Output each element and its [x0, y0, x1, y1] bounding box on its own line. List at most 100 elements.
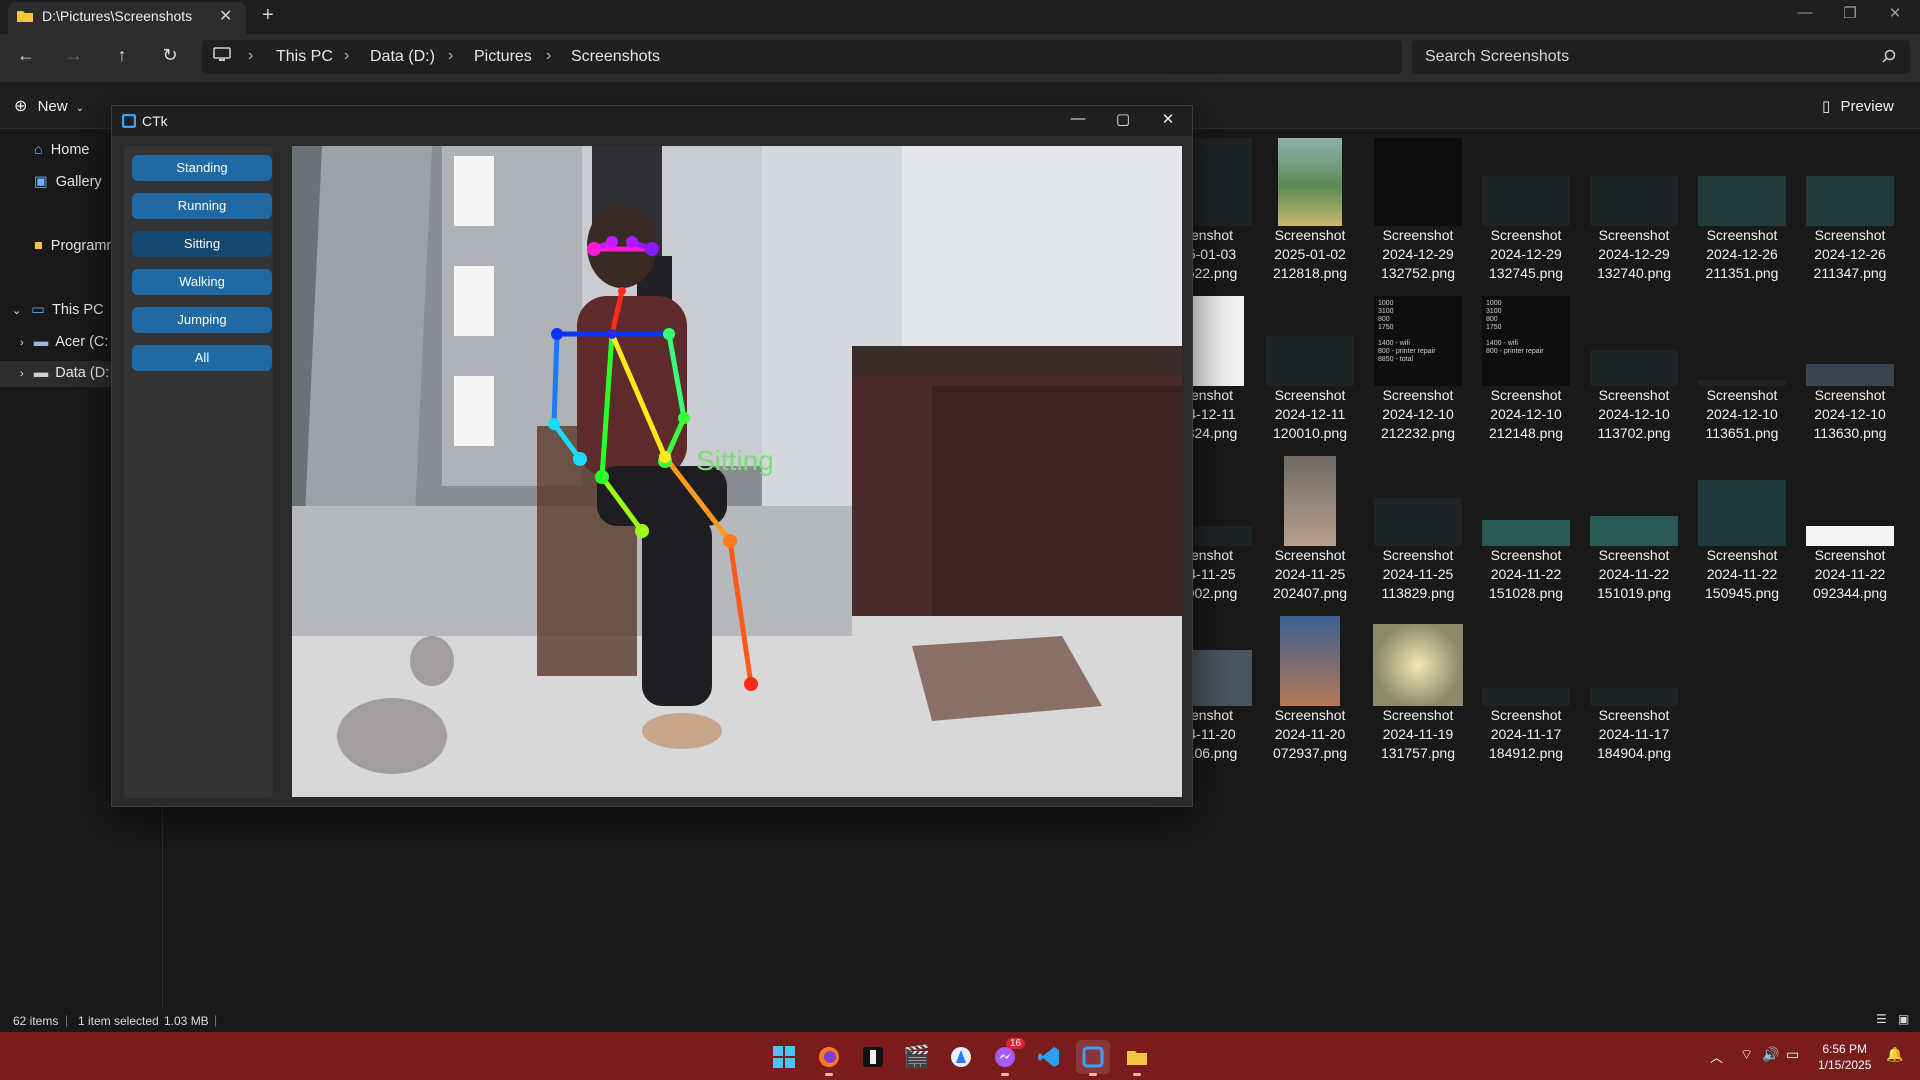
file-item[interactable]: Screenshot 2024-11-17 184904.png: [1584, 616, 1684, 763]
new-button[interactable]: ⊕ New ⌄: [14, 96, 84, 116]
file-item[interactable]: Screenshot 2024-12-26 211347.png: [1800, 138, 1900, 283]
taskbar-ctk[interactable]: [1076, 1040, 1110, 1076]
file-item[interactable]: Screenshot 2024-12-10 113651.png: [1692, 296, 1792, 443]
file-item[interactable]: Screenshot 2024-11-22 092344.png: [1800, 456, 1900, 603]
file-name-l3: 184904.png: [1597, 745, 1671, 761]
file-item[interactable]: Screenshot 2024-11-19 131757.png: [1368, 616, 1468, 763]
file-item[interactable]: Screenshot 2024-11-22 150945.png: [1692, 456, 1792, 603]
maximize-icon[interactable]: ❐: [1830, 4, 1870, 22]
taskbar-app-blue-circle[interactable]: [944, 1040, 978, 1074]
clock-time: 6:56 PM: [1822, 1042, 1868, 1056]
breadcrumb-chevron-icon: ›: [448, 47, 454, 64]
file-item[interactable]: Screenshot 2024-11-20 072937.png: [1260, 616, 1360, 763]
webcam-pose-feed: Sitting: [292, 146, 1182, 797]
all-button[interactable]: All: [132, 345, 272, 371]
file-name-l3: 132740.png: [1597, 265, 1671, 281]
taskbar-messenger[interactable]: 16: [988, 1038, 1026, 1076]
thumb-note-line: 1400 - wifi: [1378, 340, 1410, 347]
ctk-title-bar[interactable]: [112, 106, 1192, 136]
thumb-note-line: 3100: [1486, 308, 1502, 315]
taskbar-file-explorer[interactable]: [1120, 1040, 1154, 1076]
tray-overflow-icon[interactable]: ︿: [1710, 1047, 1723, 1066]
tab-close-icon[interactable]: ✕: [219, 6, 232, 26]
file-item[interactable]: Screenshot 2024-12-29 132752.png: [1368, 138, 1468, 283]
file-name-l2: 2024-12-10: [1706, 406, 1778, 422]
preview-button[interactable]: ▯ Preview: [1822, 97, 1894, 115]
breadcrumb-data-d[interactable]: Data (D:): [370, 48, 435, 66]
ctk-maximize-icon[interactable]: ▢: [1100, 110, 1146, 128]
ctk-close-icon[interactable]: ✕: [1145, 110, 1191, 128]
file-item[interactable]: Screenshot 2024-12-10 113630.png: [1800, 296, 1900, 443]
file-name-l1: Screenshot: [1490, 547, 1562, 563]
battery-icon[interactable]: ▭: [1786, 1046, 1799, 1063]
file-name-l1: Screenshot: [1598, 387, 1670, 403]
back-icon[interactable]: ←: [12, 45, 40, 67]
file-item[interactable]: 1000 3100 800 1750 1400 - wifi 800 - pri…: [1368, 296, 1468, 443]
nav-home-label: Home: [50, 142, 90, 158]
file-name-l1: Screenshot: [1814, 547, 1886, 563]
file-name-l1: Screenshot: [1706, 227, 1778, 243]
nav-acer-drive[interactable]: › ▬ Acer (C:: [20, 334, 112, 350]
standing-button[interactable]: Standing: [132, 155, 272, 181]
taskbar-firefox[interactable]: [812, 1040, 846, 1076]
taskbar-vscode[interactable]: [1032, 1040, 1066, 1074]
new-tab-button[interactable]: +: [262, 4, 274, 27]
forward-icon[interactable]: →: [60, 45, 88, 67]
start-button[interactable]: [767, 1040, 801, 1074]
close-icon[interactable]: ✕: [1875, 4, 1915, 22]
file-name-l3: 212232.png: [1381, 425, 1455, 441]
large-icons-view-icon[interactable]: ▣: [1898, 1012, 1909, 1026]
file-name-l2: 2024-11-22: [1598, 566, 1670, 582]
file-item[interactable]: Screenshot 2024-11-25 113829.png: [1368, 456, 1468, 603]
file-thumbnail: [1590, 350, 1678, 386]
file-thumbnail: [1373, 624, 1463, 706]
refresh-icon[interactable]: ↻: [156, 45, 184, 67]
minimize-icon[interactable]: —: [1785, 4, 1825, 21]
file-item[interactable]: Screenshot 2024-12-29 132740.png: [1584, 138, 1684, 283]
file-item[interactable]: Screenshot 2024-11-17 184912.png: [1476, 616, 1576, 763]
wifi-icon[interactable]: ⌔: [1740, 1046, 1753, 1064]
breadcrumb-screenshots[interactable]: Screenshots: [571, 48, 660, 66]
nav-data-drive[interactable]: › ▬ Data (D:: [0, 361, 112, 387]
file-item[interactable]: Screenshot 2024-12-11 120010.png: [1260, 296, 1360, 443]
file-name-l2: 2024-12-10: [1598, 406, 1670, 422]
ctk-window: CTk — ▢ ✕ Standing Running Sitting Walki…: [111, 105, 1193, 807]
details-view-icon[interactable]: ☰: [1876, 1012, 1887, 1026]
activity-sidebar: Standing Running Sitting Walking Jumping…: [124, 146, 273, 798]
notification-bell-icon[interactable]: 🔔: [1886, 1046, 1903, 1063]
jumping-button[interactable]: Jumping: [132, 307, 272, 333]
file-name-l1: Screenshot: [1274, 387, 1346, 403]
running-button[interactable]: Running: [132, 193, 272, 219]
ctk-minimize-icon[interactable]: —: [1055, 110, 1101, 127]
breadcrumb-pictures[interactable]: Pictures: [474, 48, 532, 66]
thumb-note-line: 800: [1378, 316, 1390, 323]
file-item[interactable]: Screenshot 2024-12-29 132745.png: [1476, 138, 1576, 283]
folder-icon: [16, 9, 34, 23]
breadcrumb-this-pc[interactable]: This PC: [276, 48, 333, 66]
file-thumbnail: [1806, 364, 1894, 386]
file-item[interactable]: Screenshot 2024-11-22 151019.png: [1584, 456, 1684, 603]
file-item[interactable]: 1000 3100 800 1750 1400 - wifi 800 - pri…: [1476, 296, 1576, 443]
file-item[interactable]: Screenshot 2024-12-10 113702.png: [1584, 296, 1684, 443]
file-item[interactable]: Screenshot 2024-11-22 151028.png: [1476, 456, 1576, 603]
file-item[interactable]: Screenshot 2024-11-25 202407.png: [1260, 456, 1360, 603]
file-item[interactable]: Screenshot 2025-01-02 212818.png: [1260, 138, 1360, 283]
search-placeholder: Search Screenshots: [1425, 48, 1570, 65]
running-indicator: [1089, 1073, 1097, 1076]
file-name-l3: 132745.png: [1489, 265, 1563, 281]
file-name-l3: 113630.png: [1813, 425, 1887, 441]
file-name-l2: 2024-11-19: [1382, 726, 1454, 742]
plus-circle-icon: ⊕: [14, 98, 28, 115]
file-name-l3: 151028.png: [1489, 585, 1563, 601]
file-item[interactable]: Screenshot 2024-12-26 211351.png: [1692, 138, 1792, 283]
nav-programs[interactable]: ■ Programm: [34, 238, 112, 254]
walking-button[interactable]: Walking: [132, 269, 272, 295]
search-icon[interactable]: [1882, 49, 1896, 63]
taskbar-app-dark[interactable]: [856, 1040, 890, 1074]
sitting-button[interactable]: Sitting: [132, 231, 272, 257]
file-name-l1: Screenshot: [1274, 547, 1346, 563]
volume-icon[interactable]: 🔊: [1762, 1046, 1779, 1063]
up-icon[interactable]: ↑: [108, 45, 136, 67]
taskbar-clock[interactable]: 6:56 PM 1/15/2025: [1818, 1041, 1871, 1073]
taskbar-clapper[interactable]: 🎬: [900, 1040, 934, 1074]
